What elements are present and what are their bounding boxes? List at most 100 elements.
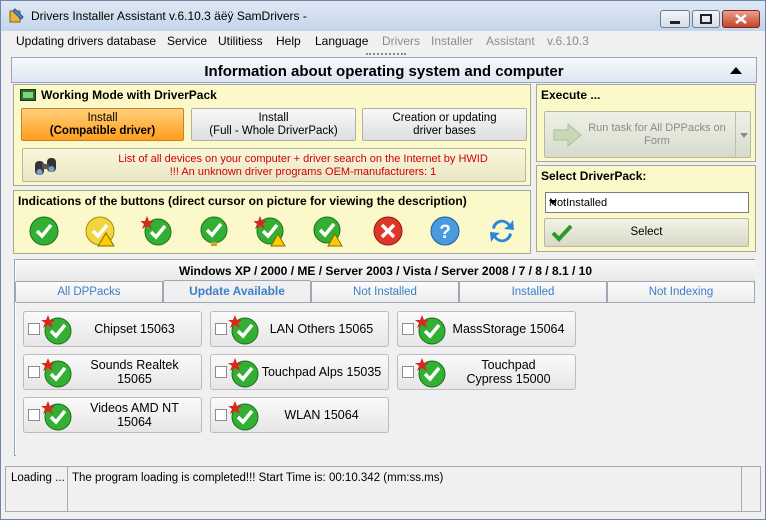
indications-title: Indications of the buttons (direct curso… bbox=[18, 194, 467, 208]
driver-label: Videos AMD NT 15064 bbox=[90, 401, 179, 429]
run-arrow-icon bbox=[553, 122, 582, 148]
driver-item-sounds-realtek[interactable]: Sounds Realtek 15065 bbox=[23, 354, 202, 390]
driver-checkbox[interactable] bbox=[402, 366, 414, 378]
select-driverpack-title: Select DriverPack: bbox=[541, 169, 647, 183]
refresh-arrows-icon[interactable] bbox=[486, 215, 518, 247]
driverpack-select[interactable]: NotInstalled bbox=[545, 192, 749, 213]
driver-item-touchpad-alps[interactable]: Touchpad Alps 15035 bbox=[210, 354, 389, 390]
info-header-bar[interactable]: Information about operating system and c… bbox=[11, 57, 757, 83]
check-star-icon[interactable] bbox=[141, 215, 173, 247]
check-star-icon bbox=[41, 401, 72, 431]
driver-item-lan-others[interactable]: LAN Others 15065 bbox=[210, 311, 389, 347]
run-task-button[interactable]: Run task for All DPPacks on Form bbox=[544, 111, 751, 158]
run-task-line2: Form bbox=[644, 135, 670, 147]
menu-version: v.6.10.3 bbox=[547, 34, 589, 48]
menu-bar: Updating drivers database Service Utilit… bbox=[8, 31, 760, 51]
driver-checkbox[interactable] bbox=[402, 323, 414, 335]
driver-checkbox[interactable] bbox=[215, 409, 227, 421]
check-yellow-warning-icon[interactable] bbox=[84, 215, 116, 247]
check-star-icon bbox=[228, 401, 259, 431]
restore-icon bbox=[700, 14, 712, 24]
driver-checkbox[interactable] bbox=[215, 366, 227, 378]
driver-label: Touchpad Alps 15035 bbox=[261, 365, 382, 379]
creation-updating-bases-button[interactable]: Creation or updating driver bases bbox=[362, 108, 527, 141]
os-tab[interactable]: Windows XP / 2000 / ME / Server 2003 / V… bbox=[16, 260, 755, 282]
check-star-icon bbox=[415, 315, 446, 345]
menu-help[interactable]: Help bbox=[276, 34, 301, 48]
svg-text:?: ? bbox=[439, 222, 451, 243]
driver-checkbox[interactable] bbox=[215, 323, 227, 335]
driver-checkbox[interactable] bbox=[28, 323, 40, 335]
install-full-line2: (Full - Whole DriverPack) bbox=[209, 124, 338, 137]
check-bulb-warning-icon[interactable] bbox=[311, 215, 343, 247]
check-star-icon bbox=[41, 315, 72, 345]
driver-item-touchpad-cypress[interactable]: Touchpad Cypress 15000 bbox=[397, 354, 576, 390]
creation-line2: driver bases bbox=[413, 124, 476, 137]
title-bar: Drivers Installer Assistant v.6.10.3 äëÿ… bbox=[1, 1, 765, 31]
chevron-down-icon bbox=[549, 200, 557, 205]
driverpack-select-value: NotInstalled bbox=[549, 197, 608, 209]
driver-label: LAN Others 15065 bbox=[269, 322, 374, 336]
minimize-button[interactable] bbox=[660, 10, 690, 28]
install-compatible-line1: Install bbox=[87, 111, 118, 124]
driver-checkbox[interactable] bbox=[28, 409, 40, 421]
help-question-icon[interactable]: ? bbox=[429, 215, 461, 247]
status-loading: Loading ... bbox=[11, 472, 65, 484]
driverpack-icon bbox=[20, 89, 36, 101]
menu-service[interactable]: Service bbox=[167, 34, 207, 48]
driver-label: MassStorage 15064 bbox=[452, 322, 565, 336]
menu-installer: Installer bbox=[431, 34, 474, 48]
install-compatible-button[interactable]: Install (Compatible driver) bbox=[21, 108, 184, 141]
menu-utilities[interactable]: Utilitiess bbox=[218, 34, 263, 48]
hwid-line1: List of all devices on your computer + d… bbox=[118, 153, 488, 165]
driver-label: Sounds Realtek 15065 bbox=[90, 358, 179, 386]
driver-label: Chipset 15063 bbox=[94, 322, 175, 336]
error-x-icon[interactable] bbox=[372, 215, 404, 247]
check-star-warning-icon[interactable] bbox=[254, 215, 286, 247]
creation-line1: Creation or updating bbox=[392, 111, 497, 124]
execute-panel: Execute ... Run task for All DPPacks on … bbox=[536, 84, 756, 162]
hwid-search-button[interactable]: List of all devices on your computer + d… bbox=[22, 148, 526, 182]
tab-all-dppacks[interactable]: All DPPacks bbox=[15, 281, 163, 302]
execute-title: Execute ... bbox=[541, 88, 601, 102]
driver-tabs-area: Windows XP / 2000 / ME / Server 2003 / V… bbox=[14, 259, 755, 456]
check-icon[interactable] bbox=[28, 215, 60, 247]
driver-item-videos-amd[interactable]: Videos AMD NT 15064 bbox=[23, 397, 202, 433]
maximize-button[interactable] bbox=[692, 10, 720, 28]
tab-installed[interactable]: Installed bbox=[459, 281, 607, 302]
driver-item-massstorage[interactable]: MassStorage 15064 bbox=[397, 311, 576, 347]
window-title: Drivers Installer Assistant v.6.10.3 äëÿ… bbox=[31, 9, 307, 23]
working-mode-title: Working Mode with DriverPack bbox=[41, 88, 217, 102]
update-available-panel: Chipset 15063 LAN Others 15065 MassStora… bbox=[16, 302, 755, 456]
hwid-line2: !!! An unknown driver programs OEM-manuf… bbox=[169, 166, 437, 178]
tab-update-available[interactable]: Update Available bbox=[163, 280, 311, 303]
tab-not-indexing[interactable]: Not Indexing bbox=[607, 281, 755, 302]
select-button[interactable]: Select bbox=[544, 218, 749, 247]
working-mode-panel: Working Mode with DriverPack Install (Co… bbox=[13, 84, 531, 186]
driver-item-chipset[interactable]: Chipset 15063 bbox=[23, 311, 202, 347]
run-task-line1: Run task for All DPPacks on bbox=[588, 122, 726, 134]
check-star-icon bbox=[228, 315, 259, 345]
binoculars-icon bbox=[35, 158, 56, 175]
select-driverpack-panel: Select DriverPack: NotInstalled Select bbox=[536, 165, 756, 252]
menu-updating-drivers-database[interactable]: Updating drivers database bbox=[16, 34, 156, 48]
close-button[interactable] bbox=[722, 10, 760, 28]
check-star-icon bbox=[228, 358, 259, 388]
collapse-arrow-icon[interactable] bbox=[730, 67, 742, 74]
check-star-icon bbox=[415, 358, 446, 388]
menu-language[interactable]: Language bbox=[315, 34, 368, 48]
install-full-line1: Install bbox=[258, 111, 289, 124]
install-compatible-line2: (Compatible driver) bbox=[49, 124, 156, 137]
tab-not-installed[interactable]: Not Installed bbox=[311, 281, 459, 302]
app-icon bbox=[9, 8, 24, 23]
indications-panel: Indications of the buttons (direct curso… bbox=[13, 190, 531, 254]
menu-drivers: Drivers bbox=[382, 34, 420, 48]
check-star-icon bbox=[41, 358, 72, 388]
menu-assistant: Assistant bbox=[486, 34, 535, 48]
driver-item-wlan[interactable]: WLAN 15064 bbox=[210, 397, 389, 433]
install-full-button[interactable]: Install (Full - Whole DriverPack) bbox=[191, 108, 356, 141]
check-bulb-icon[interactable] bbox=[198, 215, 230, 247]
select-button-label: Select bbox=[630, 226, 663, 238]
driver-checkbox[interactable] bbox=[28, 366, 40, 378]
run-task-dropdown-icon[interactable] bbox=[740, 133, 748, 138]
